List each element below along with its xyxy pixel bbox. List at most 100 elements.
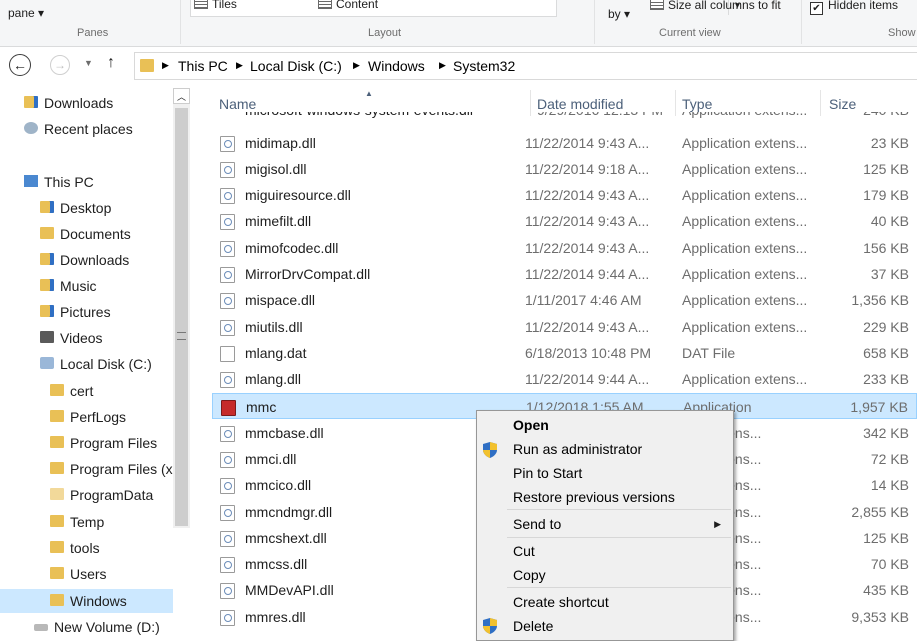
nav-item-downloads[interactable]: Downloads — [40, 248, 129, 272]
file-type: Application extens... — [682, 135, 808, 151]
breadcrumb-system32[interactable]: System32 — [453, 58, 515, 74]
videos-folder-icon — [40, 331, 54, 343]
drive-icon — [40, 357, 54, 369]
nav-item-pictures[interactable]: Pictures — [40, 300, 111, 324]
nav-item-tools[interactable]: tools — [50, 536, 100, 560]
file-size: 229 KB — [863, 319, 909, 335]
file-name: midimap.dll — [245, 135, 316, 151]
menu-item-send-to[interactable]: Send to — [513, 516, 561, 532]
tiles-label: Tiles — [212, 0, 237, 11]
nav-item-videos[interactable]: Videos — [40, 326, 103, 350]
menu-item-create-shortcut[interactable]: Create shortcut — [513, 594, 609, 610]
dll-file-icon — [220, 531, 235, 547]
layout-content[interactable]: Content — [318, 0, 378, 11]
breadcrumb-local-disk[interactable]: Local Disk (C:) — [250, 58, 342, 74]
breadcrumb-chevron-icon[interactable]: ▶ — [236, 60, 243, 71]
table-row[interactable]: mlang.dll 11/22/2014 9:44 A... Application… — [212, 366, 917, 392]
table-row[interactable]: migisol.dll 11/22/2014 9:18 A... Applicati… — [212, 156, 917, 182]
dll-file-icon — [220, 320, 235, 336]
nav-item-temp[interactable]: Temp — [50, 510, 104, 534]
up-arrow-icon[interactable]: ↑ — [107, 54, 115, 72]
file-date: 11/22/2014 9:43 A... — [525, 213, 650, 229]
file-name: mlang.dat — [245, 345, 307, 361]
table-row[interactable]: MirrorDrvCompat.dll 11/22/2014 9:44 A... A… — [212, 261, 917, 287]
hidden-items-checkbox[interactable]: ✔ Hidden items — [810, 0, 898, 15]
file-date: 11/22/2014 9:18 A... — [525, 161, 650, 177]
column-type[interactable]: Type — [682, 96, 712, 112]
nav-item-label: Downloads — [44, 95, 114, 111]
dll-file-icon — [220, 136, 235, 152]
nav-item-this-pc[interactable]: This PC — [24, 170, 94, 194]
table-row[interactable]: midimap.dll 11/22/2014 9:43 A... Applicati… — [212, 130, 917, 156]
table-row[interactable]: miguiresource.dll 11/22/2014 9:43 A... App… — [212, 182, 917, 208]
breadcrumb-chevron-icon[interactable]: ▶ — [439, 60, 446, 71]
file-type: Application extens... — [682, 213, 808, 229]
table-row[interactable]: miutils.dll 11/22/2014 9:43 A... Applicati… — [212, 314, 917, 340]
file-date: 11/22/2014 9:44 A... — [525, 371, 650, 387]
table-row-partial: microsoft-windows-system-events.dll 9/29… — [212, 112, 917, 119]
file-date: 11/22/2014 9:43 A... — [525, 319, 650, 335]
nav-item-desktop[interactable]: Desktop — [40, 196, 111, 220]
nav-item-programdata[interactable]: ProgramData — [50, 483, 153, 507]
ribbon-divider — [180, 0, 181, 44]
nav-item-music[interactable]: Music — [40, 274, 97, 298]
back-arrow-icon[interactable]: ← — [9, 54, 31, 76]
recent-locations-chevron-icon[interactable]: ▼ — [84, 58, 93, 68]
file-size: 9,353 KB — [851, 609, 909, 625]
table-row[interactable]: mimefilt.dll 11/22/2014 9:43 A... Applicat… — [212, 208, 917, 234]
size-all-columns-button[interactable]: Size all columns to fit — [650, 0, 781, 12]
dll-file-icon — [220, 188, 235, 204]
file-size: 233 KB — [863, 371, 909, 387]
nav-item-label: Recent places — [44, 121, 133, 137]
nav-item-downloads-quick[interactable]: Downloads — [24, 91, 113, 115]
nav-item-label: cert — [70, 383, 94, 399]
nav-item-recent-places[interactable]: Recent places — [24, 117, 133, 141]
menu-item-delete[interactable]: Delete — [513, 618, 553, 634]
file-date: 6/18/2013 10:48 PM — [525, 345, 652, 361]
menu-item-cut[interactable]: Cut — [513, 543, 535, 559]
nav-item-local-disk[interactable]: Local Disk (C:) — [40, 352, 152, 376]
breadcrumb-chevron-icon[interactable]: ▶ — [353, 60, 360, 71]
layout-tiles[interactable]: Tiles — [194, 0, 237, 11]
menu-item-copy[interactable]: Copy — [513, 567, 546, 583]
table-row[interactable]: mispace.dll 1/11/2017 4:46 AM Application … — [212, 287, 917, 313]
columns-icon — [650, 0, 664, 10]
show-group-label: Show — [888, 27, 916, 39]
forward-arrow-icon[interactable]: → — [50, 55, 70, 75]
menu-item-pin-to-start[interactable]: Pin to Start — [513, 465, 582, 481]
menu-item-open[interactable]: Open — [513, 417, 549, 433]
navigation-pane-button[interactable]: pane ▾ — [8, 6, 44, 20]
file-name: mmci.dll — [245, 451, 297, 467]
file-type: Application extens... — [682, 187, 808, 203]
sort-by-button[interactable]: by ▾ — [608, 7, 630, 21]
nav-item-program-files[interactable]: Program Files — [50, 431, 157, 455]
breadcrumb-windows[interactable]: Windows — [368, 58, 425, 74]
file-name: migisol.dll — [245, 161, 307, 177]
nav-item-new-volume[interactable]: New Volume (D:) — [34, 615, 160, 639]
nav-item-windows[interactable]: Windows — [0, 589, 173, 613]
folder-icon — [50, 462, 64, 474]
nav-item-label: Downloads — [60, 252, 130, 268]
nav-item-program-files-x86[interactable]: Program Files (x — [50, 457, 173, 481]
nav-item-perflogs[interactable]: PerfLogs — [50, 405, 126, 429]
file-size: 658 KB — [863, 345, 909, 361]
nav-item-cert[interactable]: cert — [50, 379, 93, 403]
scroll-up-icon[interactable]: ︿ — [173, 88, 190, 104]
column-date-modified[interactable]: Date modified — [537, 96, 623, 112]
table-row[interactable]: mimofcodec.dll 11/22/2014 9:43 A... Applic… — [212, 235, 917, 261]
folder-icon — [50, 567, 64, 579]
nav-item-users[interactable]: Users — [50, 562, 107, 586]
breadcrumb-this-pc[interactable]: This PC — [178, 58, 228, 74]
dll-file-icon — [220, 426, 235, 442]
nav-scroll-thumb[interactable] — [175, 108, 188, 526]
checkmark-icon: ✔ — [810, 2, 823, 15]
folder-icon — [140, 59, 154, 72]
menu-item-run-as-administrator[interactable]: Run as administrator — [513, 441, 642, 457]
menu-item-restore-previous-versions[interactable]: Restore previous versions — [513, 489, 675, 505]
breadcrumb-chevron-icon[interactable]: ▶ — [162, 60, 169, 71]
table-row[interactable]: mlang.dat 6/18/2013 10:48 PM DAT File 658 K… — [212, 340, 917, 366]
column-name[interactable]: Name — [219, 96, 256, 112]
file-type: Application extens... — [682, 240, 808, 256]
column-size[interactable]: Size — [829, 96, 856, 112]
nav-item-documents[interactable]: Documents — [40, 222, 131, 246]
